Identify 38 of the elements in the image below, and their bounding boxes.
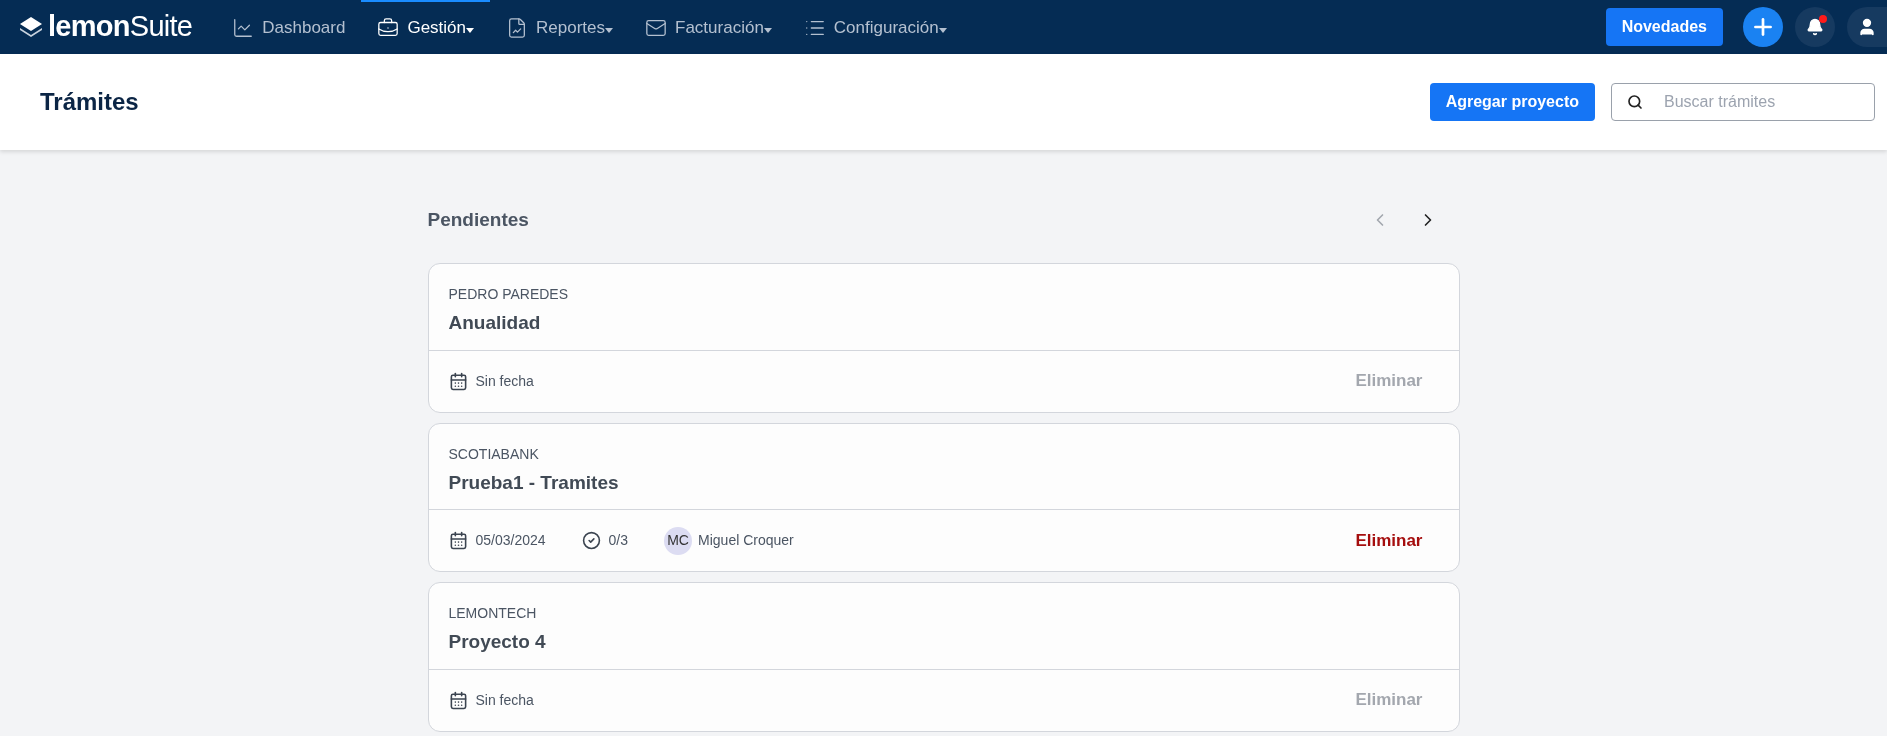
project-card[interactable]: PEDRO PAREDES Anualidad Sin fecha Eliminar — [427, 263, 1460, 413]
client-name: LEMONTECH — [448, 604, 538, 623]
envelope-icon — [645, 17, 667, 39]
project-title: Proyecto 4 — [448, 630, 547, 654]
chart-icon — [232, 17, 255, 39]
nav-tab[interactable]: Configuración — [787, 0, 963, 54]
nav-tab[interactable]: Reportes — [490, 0, 629, 54]
briefcase-icon — [377, 17, 400, 39]
add-icon[interactable] — [1743, 7, 1783, 47]
due-date: Sin fecha — [475, 371, 534, 391]
news-button[interactable]: Novedades — [1605, 8, 1723, 46]
project-title: Prueba1 - Tramites — [448, 470, 620, 495]
due-date: Sin fecha — [475, 690, 534, 710]
page-title: Trámites — [40, 87, 139, 117]
assignee-name: Miguel Croquer — [698, 531, 794, 550]
nav-tab[interactable]: Dashboard — [216, 0, 362, 54]
client-name: SCOTIABANK — [448, 444, 540, 464]
nav-tab[interactable]: Facturación — [629, 0, 788, 54]
due-date: 05/03/2024 — [475, 531, 546, 550]
calendar-icon — [448, 531, 468, 550]
app-logo: lemonSuite — [48, 9, 193, 45]
bell-icon[interactable] — [1795, 7, 1835, 47]
task-count: 0/3 — [608, 531, 629, 550]
avatar: MC — [664, 526, 693, 555]
user-icon[interactable] — [1847, 7, 1887, 47]
logo-icon — [20, 17, 42, 37]
check-circle-icon — [581, 531, 601, 550]
project-card[interactable]: LEMONTECH Proyecto 4 Sin fecha Eliminar — [427, 582, 1460, 732]
calendar-icon — [448, 690, 468, 710]
search-field[interactable]: Buscar trámites — [1611, 83, 1875, 121]
section-title: Pendientes — [427, 207, 529, 232]
calendar-icon — [448, 371, 468, 391]
project-title: Anualidad — [448, 311, 542, 335]
client-name: PEDRO PAREDES — [448, 285, 570, 304]
project-card[interactable]: SCOTIABANK Prueba1 - Tramites 05/03/2024 0/3 MC Miguel Croquer Eliminar — [427, 422, 1460, 572]
delete-button[interactable]: Eliminar — [1355, 527, 1423, 554]
add-project-button[interactable]: Agregar proyecto — [1429, 83, 1595, 121]
search-icon — [1627, 94, 1643, 110]
